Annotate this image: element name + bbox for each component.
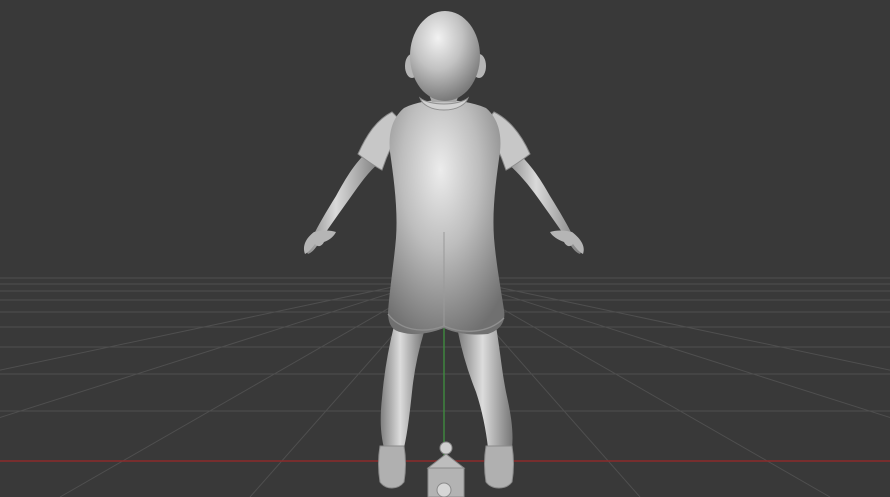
object-origin-gizmo[interactable] bbox=[426, 441, 466, 497]
gizmo-ball bbox=[436, 482, 452, 497]
3d-viewport[interactable] bbox=[0, 0, 890, 497]
torso bbox=[388, 100, 505, 335]
left-foot bbox=[378, 445, 406, 489]
left-leg bbox=[380, 326, 424, 448]
left-hand bbox=[304, 230, 336, 254]
viewport-canvas[interactable] bbox=[0, 0, 890, 497]
origin-point bbox=[439, 441, 453, 455]
right-leg bbox=[458, 326, 513, 448]
right-hand bbox=[550, 230, 584, 254]
right-foot bbox=[484, 445, 514, 489]
head bbox=[410, 11, 480, 101]
